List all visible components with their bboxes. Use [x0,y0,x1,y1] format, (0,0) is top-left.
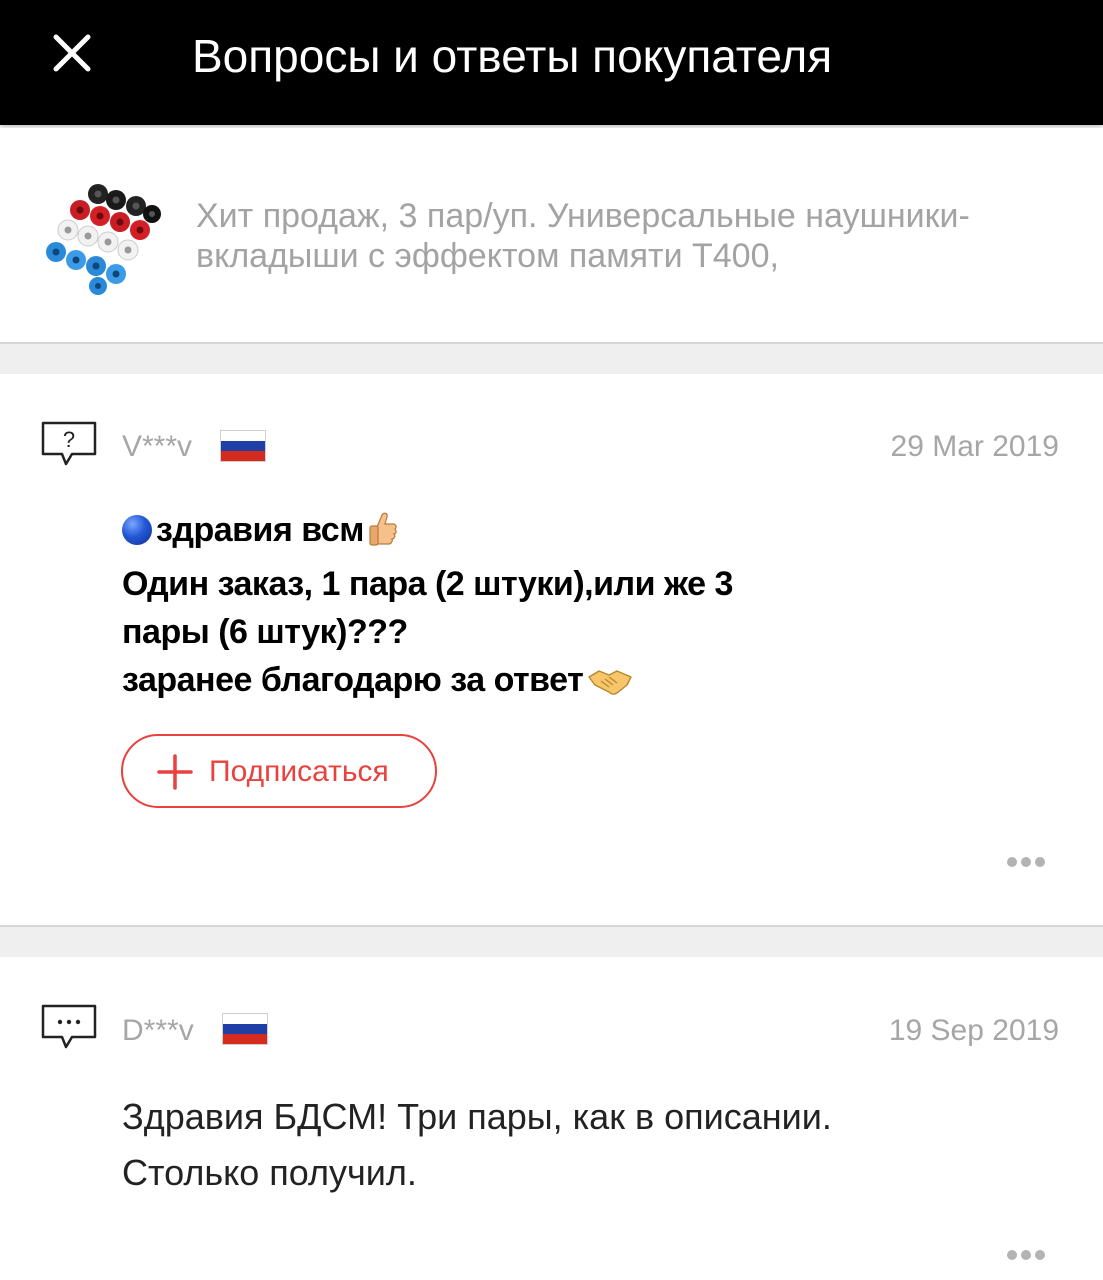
answer-date: 19 Sep 2019 [888,1014,1059,1047]
answer-line-2: Столько получил. [122,1152,417,1193]
more-dots-icon[interactable] [1007,1247,1049,1261]
section-divider [0,342,1103,374]
handshake-icon [587,662,633,710]
product-image[interactable] [40,180,166,298]
section-divider [0,925,1103,957]
answer-line-1: Здравия БДСМ! Три пары, как в описании. [122,1096,832,1137]
russia-flag-icon [222,1013,268,1045]
product-summary[interactable]: Хит продаж, 3 пар/уп. Универсальные науш… [0,128,1103,342]
question-line-2: Один заказ, 1 пара (2 штуки),или же 3 [122,565,733,603]
svg-text:?: ? [63,427,75,452]
close-icon[interactable] [48,29,96,77]
question-date: 29 Mar 2019 [890,430,1059,463]
question-line-4: заранее благодарю за ответ [122,656,882,710]
question-line-1: здравия всм [122,506,882,560]
russia-flag-icon [220,430,266,462]
answer-text: Здравия БДСМ! Три пары, как в описании. … [122,1089,1002,1201]
question-text: здравия всм Один заказ, 1 пара (2 штуки)… [122,506,882,710]
question-author: V***v [122,430,193,463]
answer-author: D***v [122,1014,194,1047]
question-line-3: пары (6 штук)??? [122,613,408,651]
more-dots-icon[interactable] [1007,854,1049,868]
thumbs-up-icon [368,511,398,560]
question-bubble-icon: ? [40,420,98,468]
plus-icon [157,754,193,790]
answer-bubble-icon [40,1003,98,1051]
answer-card: D***v 19 Sep 2019 Здравия БДСМ! Три пары… [0,957,1103,1280]
product-title[interactable]: Хит продаж, 3 пар/уп. Универсальные науш… [196,196,1076,276]
page-title: Вопросы и ответы покупателя [192,30,833,82]
subscribe-button[interactable]: Подписаться [121,734,437,808]
subscribe-label: Подписаться [209,755,389,788]
question-card: ? V***v 29 Mar 2019 здравия всм Один зак… [0,374,1103,924]
top-bar: Вопросы и ответы покупателя [0,0,1103,125]
blue-circle-icon [122,515,152,545]
